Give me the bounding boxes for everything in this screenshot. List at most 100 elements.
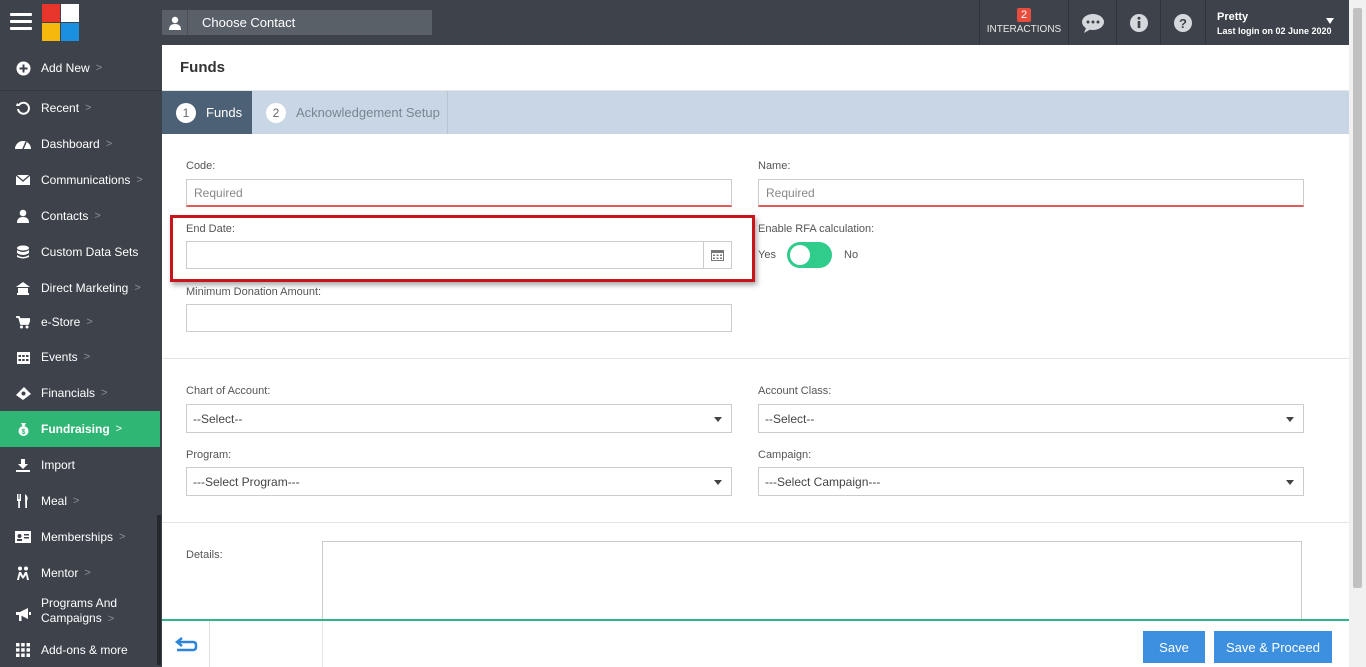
chevron-right-icon: > (105, 138, 113, 150)
page-scrollbar[interactable] (1349, 0, 1366, 667)
details-editor[interactable] (322, 541, 1302, 631)
sidebar-item-label: Mentor (41, 566, 79, 580)
sidebar: Add New > Recent > Dashboard > Communicatio… (0, 45, 162, 667)
sidebar-item-mentor[interactable]: Mentor > (0, 555, 157, 591)
interactions-button[interactable]: 2 INTERACTIONS (980, 0, 1068, 45)
top-bar: Choose Contact 2 INTERACTIONS ? Pretty L… (0, 0, 1349, 45)
select-value: ---Select Campaign--- (765, 474, 881, 489)
step-number: 1 (176, 102, 196, 123)
divider (1205, 0, 1206, 45)
sidebar-item-events[interactable]: Events > (0, 339, 157, 375)
user-icon (162, 10, 188, 35)
sidebar-item-add-new[interactable]: Add New > (0, 50, 157, 86)
sidebar-scrollbar[interactable] (157, 515, 161, 665)
user-menu[interactable]: Pretty Last login on 02 June 2020 (1217, 11, 1332, 36)
interactions-count-badge: 2 (1016, 8, 1032, 22)
svg-text:?: ? (1179, 16, 1187, 31)
chevron-right-icon: > (107, 613, 115, 625)
chevron-right-icon: > (134, 282, 141, 294)
caret-down-icon[interactable] (1326, 18, 1334, 24)
sidebar-item-label: Financials (41, 386, 96, 400)
program-label: Program: (186, 449, 232, 461)
help-icon[interactable]: ? (1161, 0, 1205, 45)
sidebar-item-contacts[interactable]: Contacts > (0, 198, 157, 234)
min-donation-label: Minimum Donation Amount: (186, 286, 322, 298)
svg-text:$: $ (21, 429, 25, 436)
sidebar-item-label: Events (41, 350, 78, 364)
sidebar-item-fundraising[interactable]: $ Fundraising > (0, 411, 160, 447)
sidebar-item-financials[interactable]: Financials > (0, 375, 157, 411)
caret-down-icon (714, 417, 722, 422)
sidebar-item-label: Fundraising (41, 422, 110, 436)
chart-of-account-select[interactable]: --Select-- (186, 404, 732, 433)
code-input[interactable] (186, 179, 732, 207)
cutlery-icon (15, 493, 31, 509)
sidebar-item-communications[interactable]: Communications > (0, 162, 157, 198)
sidebar-item-label: Dashboard (41, 137, 100, 151)
tab-label: Funds (206, 105, 243, 120)
sidebar-item-label: e-Store (41, 315, 81, 329)
chevron-right-icon: > (94, 210, 101, 222)
cart-icon (15, 314, 31, 330)
name-input[interactable] (758, 179, 1304, 207)
sidebar-item-meal[interactable]: Meal > (0, 483, 157, 519)
chevron-right-icon: > (86, 316, 93, 328)
chevron-right-icon: > (73, 495, 80, 507)
sidebar-item-label: Direct Marketing (41, 281, 129, 295)
chat-icon[interactable] (1071, 0, 1115, 45)
tab-acknowledgement-setup[interactable]: 2 Acknowledgement Setup (252, 91, 448, 134)
sidebar-item-memberships[interactable]: Memberships > (0, 519, 157, 555)
info-icon[interactable] (1117, 0, 1161, 45)
toggle-knob (790, 245, 810, 265)
sidebar-item-label: Add-ons & more (41, 643, 128, 657)
highlight-box (170, 215, 755, 282)
dashboard-icon (15, 136, 31, 152)
tab-funds[interactable]: 1 Funds (162, 91, 252, 134)
chevron-right-icon: > (95, 62, 103, 74)
sidebar-item-programs-and-campaigns[interactable]: Programs And Campaigns > (0, 596, 157, 632)
sidebar-item-dashboard[interactable]: Dashboard > (0, 126, 157, 162)
sidebar-item-add-ons[interactable]: Add-ons & more (0, 632, 157, 667)
save-and-proceed-button[interactable]: Save & Proceed (1214, 631, 1332, 663)
app-logo[interactable] (42, 4, 79, 41)
moneybag-icon: $ (15, 421, 31, 437)
money-icon (15, 385, 31, 401)
choose-contact-button[interactable]: Choose Contact (162, 10, 432, 35)
sidebar-item-import[interactable]: Import (0, 447, 157, 483)
divider (162, 358, 1349, 359)
page-title: Funds (180, 59, 225, 76)
sidebar-item-recent[interactable]: Recent > (0, 90, 157, 126)
divider (162, 522, 1349, 523)
interactions-label: INTERACTIONS (986, 24, 1062, 35)
calendar-icon (15, 349, 31, 365)
sidebar-item-e-store[interactable]: e-Store > (0, 304, 157, 340)
min-donation-input[interactable] (186, 304, 732, 332)
sidebar-item-custom-data-sets[interactable]: Custom Data Sets (0, 234, 157, 270)
campaign-select[interactable]: ---Select Campaign--- (758, 467, 1304, 496)
sidebar-item-label: Communications (41, 173, 131, 187)
history-icon (15, 100, 31, 116)
account-class-select[interactable]: --Select-- (758, 404, 1304, 433)
plus-circle-icon (15, 60, 31, 76)
rfa-yes-label: Yes (758, 249, 776, 261)
sidebar-item-direct-marketing[interactable]: Direct Marketing > (0, 270, 157, 306)
hamburger-menu-icon[interactable] (10, 13, 32, 31)
last-login-text: Last login on 02 June 2020 (1217, 26, 1332, 36)
sidebar-item-label: Contacts (41, 209, 89, 223)
chart-of-account-label: Chart of Account: (186, 385, 271, 397)
save-button[interactable]: Save (1143, 631, 1205, 663)
sidebar-item-label: Import (41, 458, 76, 472)
code-label: Code: (186, 160, 216, 172)
divider (322, 621, 323, 667)
page-header: Funds (162, 45, 1349, 91)
caret-down-icon (1286, 417, 1294, 422)
sidebar-item-label: Meal (41, 494, 68, 508)
database-icon (15, 244, 31, 260)
scrollbar-thumb[interactable] (1353, 8, 1362, 588)
chevron-right-icon: > (101, 387, 108, 399)
sidebar-item-label: Campaigns (41, 611, 102, 625)
rfa-toggle[interactable] (787, 242, 832, 268)
id-card-icon (15, 529, 31, 545)
program-select[interactable]: ---Select Program--- (186, 467, 732, 496)
back-icon[interactable] (162, 621, 210, 667)
